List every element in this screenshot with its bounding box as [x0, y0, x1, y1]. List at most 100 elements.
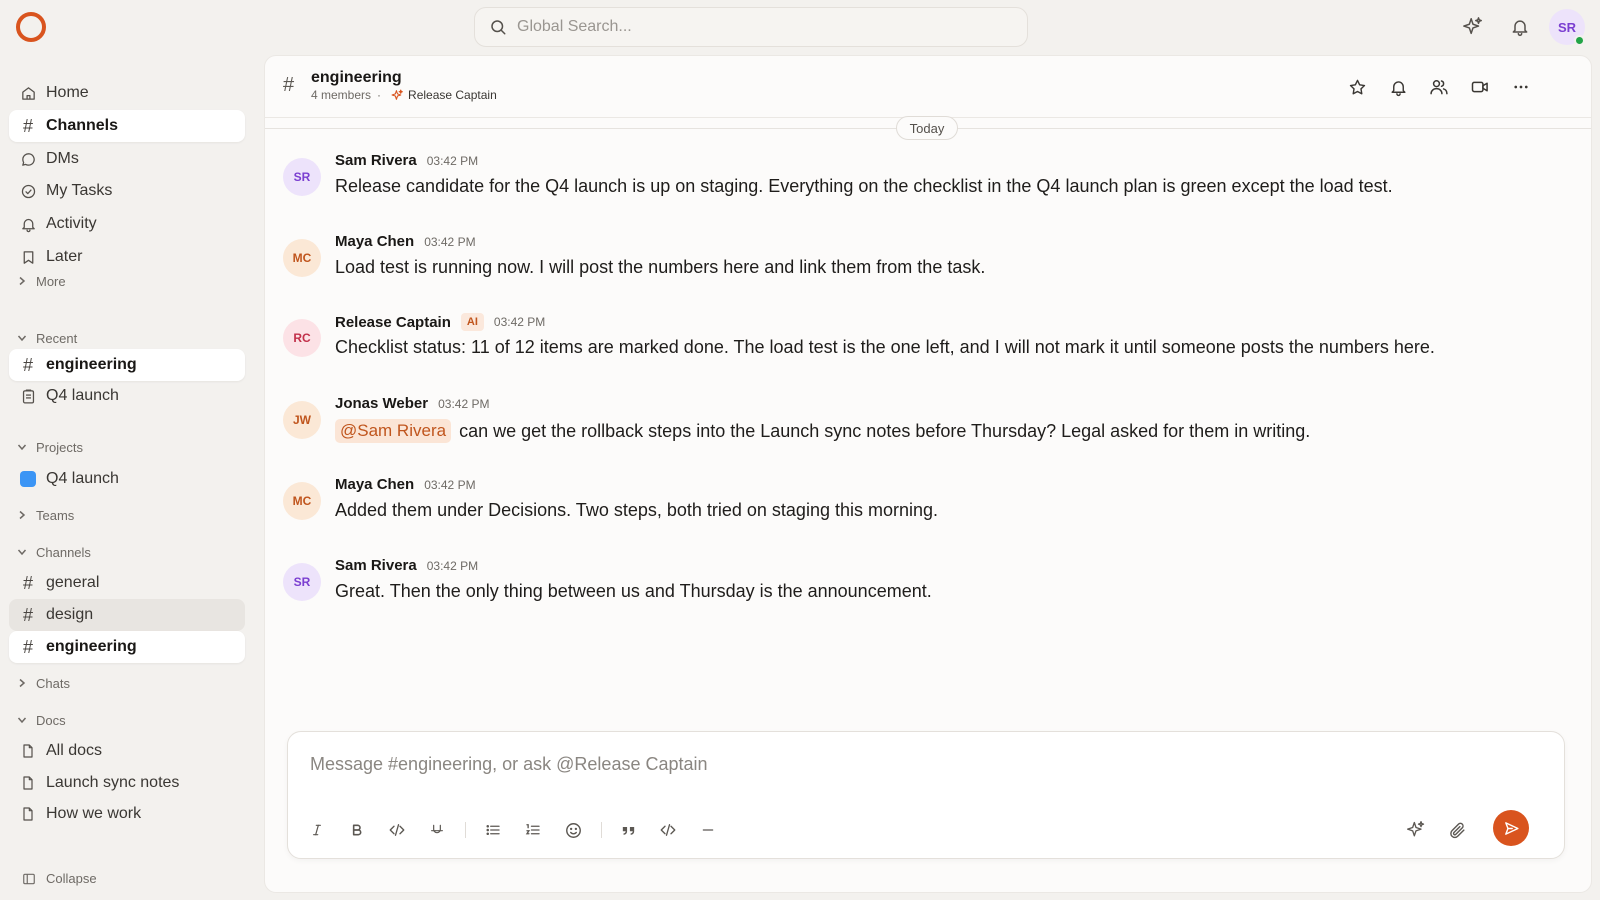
member-count[interactable]: 4 members: [311, 88, 371, 102]
section-label: Recent: [36, 330, 78, 346]
collapse-sidebar-button[interactable]: Collapse: [22, 871, 97, 886]
sidebar-section-teams[interactable]: Teams: [16, 505, 74, 525]
channel-agent[interactable]: Release Captain: [391, 88, 497, 102]
ai-sparkle-button[interactable]: [1460, 14, 1486, 40]
message-timestamp: 03:42 PM: [424, 477, 476, 492]
sidebar-item-label: My Tasks: [46, 182, 113, 199]
sidebar-item-later[interactable]: Later: [9, 241, 245, 273]
channel-item-general[interactable]: # general: [9, 567, 245, 599]
chevron-down-icon: [16, 333, 28, 343]
ai-assist-button[interactable]: [1404, 818, 1428, 842]
chevron-down-icon: [16, 715, 28, 725]
ai-badge: AI: [460, 313, 484, 331]
channel-item-design[interactable]: # design: [9, 599, 245, 631]
avatar[interactable]: JW: [283, 401, 321, 439]
section-label: Chats: [36, 675, 70, 691]
message[interactable]: JW Jonas Weber 03:42 PM @Sam Rivera can …: [283, 395, 1573, 465]
message[interactable]: SR Sam Rivera 03:42 PM Release candidate…: [283, 152, 1573, 222]
section-label: Projects: [36, 439, 83, 455]
sidebar-item-label: engineering: [46, 638, 137, 655]
star-channel-button[interactable]: [1345, 75, 1369, 99]
sidebar-item-label: DMs: [46, 150, 79, 167]
avatar[interactable]: MC: [283, 239, 321, 277]
recent-item-q4-launch[interactable]: Q4 launch: [9, 380, 245, 412]
section-label: Docs: [36, 712, 66, 728]
project-color-swatch: [19, 470, 37, 488]
attach-file-button[interactable]: [1445, 818, 1469, 842]
message-timestamp: 03:42 PM: [438, 396, 490, 411]
doc-item-all-docs[interactable]: All docs: [9, 735, 245, 767]
message-author[interactable]: Maya Chen: [335, 233, 414, 250]
recent-item-engineering[interactable]: # engineering: [9, 349, 245, 381]
app-logo[interactable]: [16, 12, 46, 42]
avatar[interactable]: MC: [283, 482, 321, 520]
quote-button[interactable]: [616, 818, 640, 842]
horizontal-rule-button[interactable]: [696, 818, 720, 842]
bullet-list-button[interactable]: [481, 818, 505, 842]
message[interactable]: SR Sam Rivera 03:42 PM Great. Then the o…: [283, 557, 1573, 627]
sidebar-section-projects[interactable]: Projects: [16, 437, 83, 457]
sidebar-item-dms[interactable]: DMs: [9, 143, 245, 175]
avatar[interactable]: SR: [283, 563, 321, 601]
doc-item-launch-sync-notes[interactable]: Launch sync notes: [9, 767, 245, 799]
sidebar-section-recent[interactable]: Recent: [16, 328, 77, 348]
project-item-q4-launch[interactable]: Q4 launch: [9, 463, 245, 495]
document-icon: [19, 805, 37, 823]
avatar[interactable]: SR: [283, 158, 321, 196]
bold-button[interactable]: [345, 818, 369, 842]
sidebar-item-channels[interactable]: # Channels: [9, 110, 245, 142]
channel-notifications-button[interactable]: [1386, 75, 1410, 99]
channel-item-engineering[interactable]: # engineering: [9, 631, 245, 663]
channel-meta: 4 members · Release Captain: [311, 88, 497, 102]
message[interactable]: MC Maya Chen 03:42 PM Added them under D…: [283, 476, 1573, 546]
message-text: Great. Then the only thing between us an…: [335, 581, 932, 601]
italic-icon: [313, 824, 321, 836]
message-text: Checklist status: 11 of 12 items are mar…: [335, 337, 1435, 357]
video-camera-icon: [1471, 81, 1488, 93]
message-author[interactable]: Jonas Weber: [335, 395, 428, 412]
sidebar-section-docs[interactable]: Docs: [16, 710, 66, 730]
document-icon: [19, 774, 37, 792]
numbered-list-button[interactable]: [521, 818, 545, 842]
doc-item-how-we-work[interactable]: How we work: [9, 798, 245, 830]
sidebar-item-label: general: [46, 574, 100, 591]
message-input[interactable]: [310, 754, 1410, 784]
emoji-button[interactable]: [561, 818, 585, 842]
message-author[interactable]: Maya Chen: [335, 476, 414, 493]
inline-code-button[interactable]: [385, 818, 409, 842]
chevron-right-icon: [16, 510, 28, 520]
message-header: Maya Chen 03:42 PM: [335, 476, 476, 493]
sidebar-item-label: Later: [46, 248, 83, 265]
sidebar-section-channels[interactable]: Channels: [16, 542, 91, 562]
italic-button[interactable]: [305, 818, 329, 842]
code-icon: [389, 824, 405, 836]
avatar[interactable]: RC: [283, 319, 321, 357]
sidebar-section-chats[interactable]: Chats: [16, 673, 70, 693]
sidebar-item-label: Q4 launch: [46, 470, 119, 487]
video-call-button[interactable]: [1468, 75, 1492, 99]
message-header: Release Captain AI 03:42 PM: [335, 313, 545, 331]
sidebar: Home # Channels DMs My Tasks Activity La…: [0, 60, 258, 900]
message-timestamp: 03:42 PM: [426, 558, 479, 573]
more-options-button[interactable]: [1509, 75, 1533, 99]
notifications-button[interactable]: [1507, 14, 1533, 40]
message-text: Added them under Decisions. Two steps, b…: [335, 500, 939, 520]
global-search-input[interactable]: [517, 18, 997, 36]
members-button[interactable]: [1427, 75, 1451, 99]
sidebar-item-label: Q4 launch: [46, 387, 119, 404]
message-author[interactable]: Release Captain: [335, 314, 451, 331]
sidebar-item-activity[interactable]: Activity: [9, 208, 245, 240]
user-mention[interactable]: @Sam Rivera: [335, 419, 452, 443]
sidebar-more-toggle[interactable]: More: [16, 271, 66, 291]
sidebar-item-home[interactable]: Home: [9, 77, 245, 109]
strikethrough-button[interactable]: [425, 818, 449, 842]
message-author[interactable]: Sam Rivera: [335, 152, 417, 169]
send-button[interactable]: [1493, 810, 1529, 846]
message-author[interactable]: Sam Rivera: [335, 557, 417, 574]
message-text: Release candidate for the Q4 launch is u…: [335, 176, 1393, 196]
message[interactable]: MC Maya Chen 03:42 PM Load test is runni…: [283, 233, 1573, 303]
sidebar-item-my-tasks[interactable]: My Tasks: [9, 175, 245, 207]
code-block-button[interactable]: [656, 818, 680, 842]
global-search[interactable]: [474, 7, 1028, 47]
message[interactable]: RC Release Captain AI 03:42 PM Checklist…: [283, 313, 1573, 383]
